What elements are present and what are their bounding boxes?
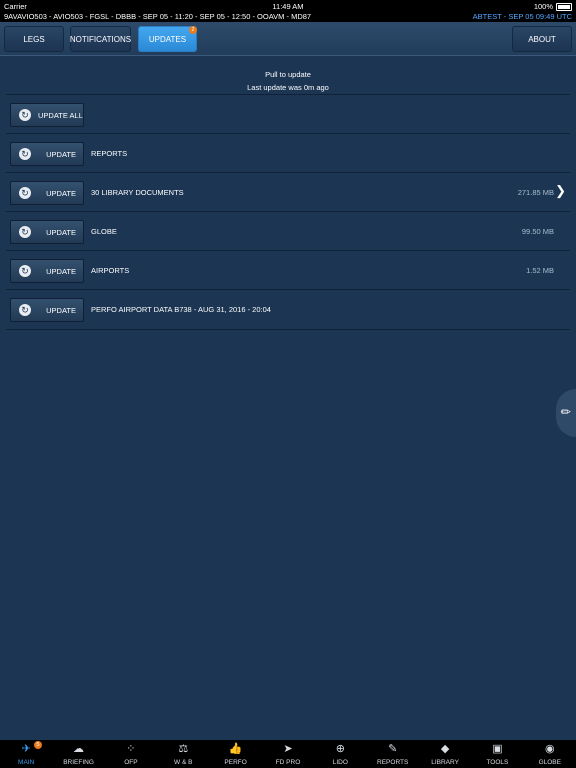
update-button[interactable]: ↻ UPDATE <box>10 259 84 283</box>
update-all-row: ↻ UPDATE ALL <box>6 95 570 134</box>
tab-ofp[interactable]: ⁘ OFP <box>105 740 157 768</box>
refresh-icon: ↻ <box>19 148 31 160</box>
user-info: ABTEST - SEP 05 09:49 UTC <box>472 12 572 21</box>
flight-info: 9AVAVIO503 - AVIO503 - FGSL - DBBB - SEP… <box>4 12 312 21</box>
update-button[interactable]: ↻ UPDATE <box>10 220 84 244</box>
updates-badge: 2 <box>189 26 197 34</box>
tab-fdpro-label: FD PRO <box>275 759 301 766</box>
refresh-icon: ↻ <box>19 187 31 199</box>
tab-library-label: LIBRARY <box>431 759 459 766</box>
update-item-size: 1.52 MB <box>526 266 554 275</box>
main-badge: 5 <box>34 741 42 749</box>
bottom-tab-bar: ✈ 5 MAIN ☁ BRIEFING ⁘ OFP ⚖ W & B 👍 PERF… <box>0 740 576 768</box>
tab-tools-label: TOOLS <box>486 759 509 766</box>
pull-to-update-text: Pull to update <box>265 70 311 79</box>
list-item[interactable]: ↻ UPDATE 30 LIBRARY DOCUMENTS 271.85 MB … <box>6 173 570 212</box>
refresh-icon: ↻ <box>19 304 31 316</box>
tab-legs[interactable]: LEGS <box>4 26 64 52</box>
pencil-icon: ✎ <box>557 403 575 421</box>
toolbox-icon: ▣ <box>492 743 503 755</box>
tab-notifications-label: NOTIFICATIONS <box>69 34 132 44</box>
tab-main-label: MAIN <box>18 759 35 766</box>
tab-updates[interactable]: UPDATES 2 <box>138 26 197 52</box>
top-nav: LEGS NOTIFICATIONS UPDATES 2 ABOUT <box>0 22 576 56</box>
weather-cloud-icon: ☁ <box>73 743 85 755</box>
refresh-icon: ↻ <box>19 226 31 238</box>
tab-about-label: ABOUT <box>528 34 556 44</box>
battery-indicator: 100% <box>534 2 572 11</box>
refresh-icon: ↻ <box>19 265 31 277</box>
update-all-label: UPDATE ALL <box>38 111 83 120</box>
status-bar: Carrier 11:49 AM 100% 9AVAVIO503 - AVIO5… <box>0 0 576 22</box>
tab-wb-label: W & B <box>174 759 193 766</box>
scale-icon: ⚖ <box>178 743 189 755</box>
update-button[interactable]: ↻ UPDATE <box>10 298 84 322</box>
chevron-right-icon[interactable]: ❯ <box>555 183 566 199</box>
update-item-size: 99.50 MB <box>521 227 554 236</box>
clock-time: 11:49 AM <box>272 2 304 11</box>
tab-reports-label: REPORTS <box>377 759 409 766</box>
airplane-icon: ✈ <box>21 743 31 755</box>
update-button-label: UPDATE <box>46 306 76 315</box>
tab-legs-label: LEGS <box>23 34 45 44</box>
navigation-arrow-icon: ➤ <box>283 743 293 755</box>
tab-briefing[interactable]: ☁ BRIEFING <box>52 740 104 768</box>
tab-library[interactable]: ◆ LIBRARY <box>419 740 471 768</box>
tab-tools[interactable]: ▣ TOOLS <box>471 740 523 768</box>
tab-lido[interactable]: ⊕ LIDO <box>314 740 366 768</box>
thumbs-up-icon: 👍 <box>228 743 243 755</box>
update-item-label: GLOBE <box>91 227 117 236</box>
tab-main[interactable]: ✈ 5 MAIN <box>0 740 52 768</box>
update-button-label: UPDATE <box>46 150 76 159</box>
tab-notifications[interactable]: NOTIFICATIONS <box>70 26 131 52</box>
update-item-label: PERFO AIRPORT DATA B738 - AUG 31, 2016 -… <box>91 305 271 314</box>
globe-icon: ◉ <box>544 743 555 755</box>
lido-compass-icon: ⊕ <box>335 743 345 755</box>
last-update-text: Last update was 0m ago <box>247 83 329 92</box>
tab-fdpro[interactable]: ➤ FD PRO <box>262 740 314 768</box>
tab-lido-label: LIDO <box>332 759 348 766</box>
update-item-label: REPORTS <box>91 149 128 158</box>
divider <box>6 329 570 330</box>
update-button-label: UPDATE <box>46 228 76 237</box>
update-button[interactable]: ↻ UPDATE <box>10 142 84 166</box>
tab-ofp-label: OFP <box>124 759 138 766</box>
tab-perfo-label: PERFO <box>224 759 247 766</box>
list-item[interactable]: ↻ UPDATE PERFO AIRPORT DATA B738 - AUG 3… <box>6 290 570 329</box>
tab-updates-label: UPDATES <box>148 34 187 44</box>
route-dots-icon: ⁘ <box>126 743 136 755</box>
list-item[interactable]: ↻ UPDATE REPORTS <box>6 134 570 173</box>
update-item-label: AIRPORTS <box>91 266 130 275</box>
list-item[interactable]: ↻ UPDATE AIRPORTS 1.52 MB <box>6 251 570 290</box>
tab-wb[interactable]: ⚖ W & B <box>157 740 209 768</box>
tab-briefing-label: BRIEFING <box>63 759 94 766</box>
book-icon: ◆ <box>440 743 450 755</box>
tab-perfo[interactable]: 👍 PERFO <box>209 740 261 768</box>
update-button-label: UPDATE <box>46 189 76 198</box>
update-button-label: UPDATE <box>46 267 76 276</box>
updates-panel: Pull to update Last update was 0m ago ↻ … <box>0 56 576 740</box>
update-item-label: 30 LIBRARY DOCUMENTS <box>91 188 184 197</box>
battery-percent: 100% <box>533 2 553 11</box>
tab-about[interactable]: ABOUT <box>512 26 572 52</box>
update-button[interactable]: ↻ UPDATE <box>10 181 84 205</box>
clipboard-pencil-icon: ✎ <box>388 743 398 755</box>
update-item-size: 271.85 MB <box>517 188 554 197</box>
update-all-button[interactable]: ↻ UPDATE ALL <box>10 103 84 127</box>
battery-icon <box>556 2 572 11</box>
list-item[interactable]: ↻ UPDATE GLOBE 99.50 MB <box>6 212 570 251</box>
tab-reports[interactable]: ✎ REPORTS <box>367 740 419 768</box>
refresh-icon: ↻ <box>19 109 31 121</box>
tab-globe[interactable]: ◉ GLOBE <box>524 740 576 768</box>
tab-globe-label: GLOBE <box>538 759 561 766</box>
